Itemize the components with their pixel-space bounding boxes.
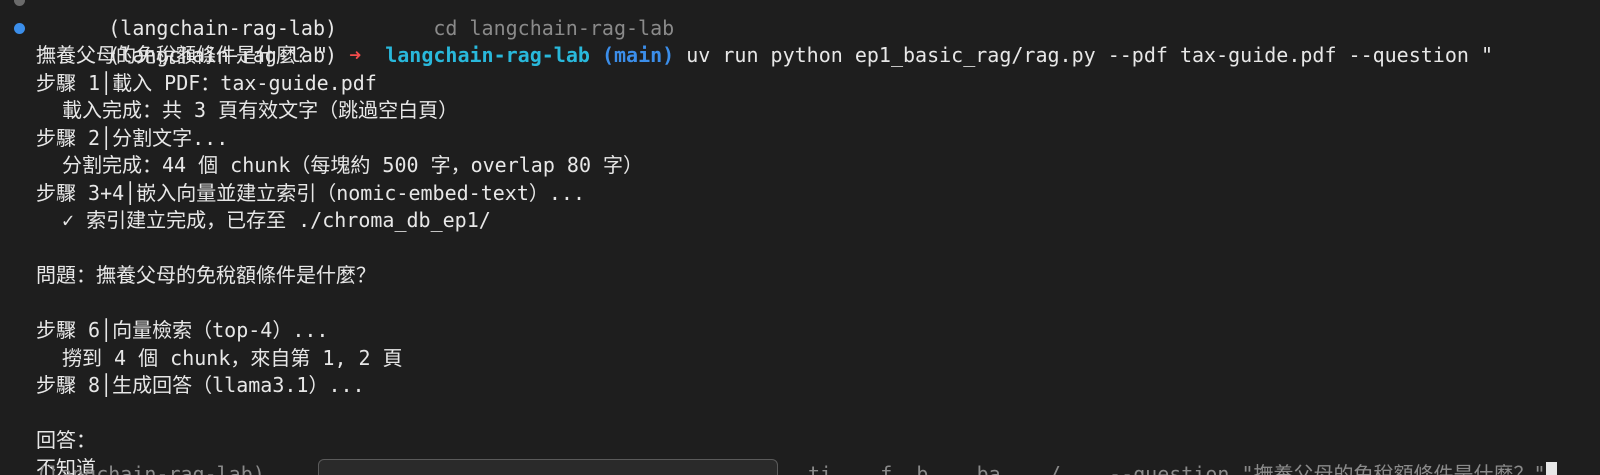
output-step2: 步驟 2│分割文字... — [36, 125, 229, 150]
output-step2-result: 分割完成：44 個 chunk（每塊約 500 字，overlap 80 字） — [62, 153, 644, 177]
text-cursor — [1545, 462, 1557, 475]
output-question: 問題：撫養父母的免稅額條件是什麼？ — [36, 263, 376, 287]
output-step1: 步驟 1│載入 PDF：tax-guide.pdf — [36, 70, 377, 95]
next-prompt-venv: (langchain-rag-lab) — [36, 462, 265, 475]
output-step6-result: 撈到 4 個 chunk，來自第 1, 2 頁 — [62, 345, 403, 370]
terminal-output: (langchain-rag-lab) cd langchain-rag-lab… — [0, 0, 1600, 475]
suggestion-input[interactable] — [318, 459, 778, 475]
command-marker-icon[interactable] — [14, 0, 25, 6]
previous-prompt-line: (langchain-rag-lab) cd langchain-rag-lab — [0, 0, 1600, 40]
output-answer-label: 回答： — [36, 428, 96, 452]
output-step34-result: ✓ 索引建立完成，已存至 ./chroma_db_ep1/ — [62, 208, 491, 232]
prompt-line: (langchain-rag-lab) ➜ langchain-rag-lab … — [0, 15, 1600, 67]
output-step34: 步驟 3+4│嵌入向量並建立索引（nomic-embed-text）... — [36, 180, 585, 205]
output-step6: 步驟 6│向量檢索（top-4）... — [36, 318, 329, 342]
output-step1-result: 載入完成：共 3 頁有效文字（跳過空白頁） — [62, 98, 459, 122]
terminal-window[interactable]: (langchain-rag-lab) cd langchain-rag-lab… — [0, 0, 1600, 475]
suggestion-tail: ti f b ba / --question "撫養父母的免稅額條件是什麼？" — [808, 461, 1557, 475]
output-step8: 步驟 8│生成回答（llama3.1）... — [36, 373, 365, 397]
command-marker-icon[interactable] — [14, 22, 25, 34]
command-continuation: 撫養父母的免稅額條件是什麼？" — [36, 43, 329, 67]
